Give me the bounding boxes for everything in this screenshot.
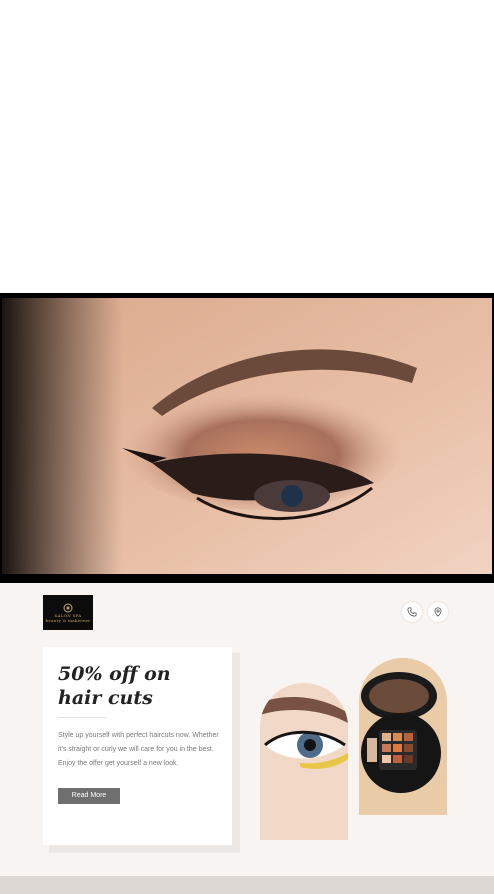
- location-button[interactable]: [428, 602, 448, 622]
- hero-banner: [0, 293, 494, 583]
- phone-icon: [407, 607, 417, 617]
- promo-description: Style up yourself with perfect haircuts …: [58, 732, 219, 767]
- footer-band: [0, 876, 494, 894]
- location-pin-icon: [434, 607, 442, 617]
- promo-card: 50% off on hair cuts Style up yourself w…: [43, 647, 232, 845]
- logo-text-secondary: beauty & makeover: [45, 617, 91, 623]
- logo-emblem-icon: [63, 603, 73, 612]
- hero-eye-makeup-image: [2, 298, 492, 574]
- phone-button[interactable]: [402, 602, 422, 622]
- promo-title: 50% off on hair cuts: [58, 663, 171, 709]
- gallery-image-palette: [359, 658, 447, 815]
- read-more-button[interactable]: Read More: [58, 788, 120, 804]
- brand-logo[interactable]: SALON SPA beauty & makeover: [43, 595, 93, 630]
- gallery-image-eyeliner: [260, 683, 348, 840]
- promo-section: SALON SPA beauty & makeover 50% off on h…: [0, 583, 494, 876]
- promo-divider: [58, 717, 106, 718]
